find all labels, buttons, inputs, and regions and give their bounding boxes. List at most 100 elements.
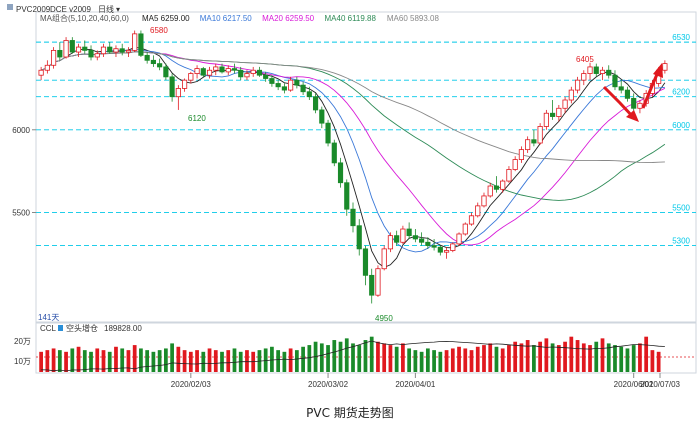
- volume-bar: [656, 351, 661, 372]
- candle-body: [51, 49, 57, 66]
- candle-body: [406, 228, 412, 237]
- volume-bar: [344, 338, 349, 372]
- candle-body: [662, 63, 668, 71]
- candle-body: [188, 73, 194, 81]
- volume-bar: [45, 350, 50, 372]
- candle-body: [425, 241, 431, 246]
- volume-bar: [126, 350, 131, 372]
- candle-body: [525, 139, 531, 151]
- candle-body: [412, 235, 418, 240]
- volume-bar: [394, 346, 399, 372]
- candle-body: [213, 66, 219, 71]
- volume-bar: [594, 341, 599, 372]
- candle-body: [387, 235, 394, 250]
- volume-bar: [525, 340, 530, 372]
- volume-bar: [475, 346, 480, 372]
- volume-bar: [638, 343, 642, 372]
- volume-bar: [401, 343, 405, 372]
- chart-canvas: PVC2009 DCE v2009 日线 ▾ MA组合(5,10,20,40,6…: [7, 4, 697, 389]
- annotation-low-4950: 4950: [375, 314, 393, 323]
- volume-bar: [220, 351, 224, 372]
- ma-legend-item-ma10: MA10 6217.50: [200, 14, 253, 23]
- candle-body: [281, 86, 287, 91]
- volume-bar: [357, 345, 362, 372]
- candle-body: [75, 46, 82, 53]
- candle-body: [493, 185, 500, 190]
- candle-body: [562, 99, 568, 109]
- candle-body: [337, 162, 344, 184]
- candlestick-series: [38, 30, 668, 304]
- volume-bar: [494, 346, 499, 372]
- candle-body: [618, 86, 624, 91]
- candle-body: [419, 238, 425, 243]
- candle-body: [100, 46, 107, 55]
- chevron-down-icon[interactable]: ▾: [116, 5, 120, 14]
- volume-bar: [376, 341, 380, 372]
- period-selector[interactable]: 日线: [98, 4, 114, 14]
- volume-bar: [282, 351, 287, 372]
- ma-legend-item-ma60: MA60 5893.08: [387, 14, 440, 23]
- ma-group-label: MA组合(5,10,20,40,60,0): [40, 13, 129, 23]
- ma-legend-item-ma40: MA40 6119.88: [325, 14, 377, 23]
- candle-body: [206, 69, 213, 76]
- volume-bar: [270, 346, 274, 372]
- candle-body: [362, 248, 369, 276]
- volume-bar: [644, 336, 649, 372]
- menu-square-icon[interactable]: [7, 4, 13, 10]
- volume-bar: [388, 345, 393, 372]
- candle-body: [69, 40, 75, 53]
- x-label-2020/07/03: 2020/07/03: [640, 380, 681, 389]
- volume-bar: [556, 345, 561, 372]
- volume-bar: [450, 348, 455, 372]
- indicator-sub-label: 空头增仓: [66, 323, 98, 333]
- volume-bar: [319, 343, 324, 372]
- x-label-2020/03/02: 2020/03/02: [308, 380, 349, 389]
- candle-body: [331, 142, 337, 164]
- candle-body: [150, 59, 156, 65]
- x-axis: 2020/02/03 2020/03/02 2020/04/01 2020/06/01…: [171, 373, 681, 389]
- volume-bars: [39, 336, 661, 372]
- candle-body: [200, 68, 206, 76]
- volume-bar: [469, 350, 474, 372]
- volume-bar: [188, 351, 193, 372]
- candle-body: [157, 63, 163, 68]
- candle-body: [468, 215, 475, 225]
- ma-line-ma60: [40, 51, 665, 164]
- candle-body: [219, 66, 225, 73]
- volume-bar: [70, 348, 75, 372]
- candle-body: [443, 250, 450, 253]
- candle-body: [182, 79, 188, 89]
- candle-body: [624, 89, 631, 99]
- candle-body: [637, 102, 643, 109]
- candle-body: [238, 69, 244, 78]
- candle-body: [94, 53, 100, 58]
- volume-bar: [363, 340, 368, 372]
- candle-body: [381, 248, 387, 270]
- candle-body: [587, 66, 593, 74]
- indicator-y-label-10w: 10万: [14, 357, 31, 366]
- volume-bar: [419, 351, 424, 372]
- y-right-label-5300: 5300: [672, 237, 690, 246]
- y-right-label-6000: 6000: [672, 121, 690, 130]
- candle-body: [350, 208, 356, 227]
- volume-bar: [482, 345, 486, 372]
- volume-bar: [76, 346, 81, 372]
- annotation-high-6580: 6580: [150, 26, 168, 35]
- volume-bar: [82, 350, 87, 372]
- candle-body: [606, 69, 612, 76]
- volume-bar: [500, 348, 505, 372]
- increase-indicator-icon: [58, 325, 63, 331]
- annotation-high-6405: 6405: [576, 55, 594, 64]
- candle-body: [138, 33, 144, 56]
- volume-bar: [507, 345, 511, 372]
- volume-bar: [170, 343, 174, 372]
- candle-body: [269, 78, 275, 84]
- volume-bar: [544, 338, 549, 372]
- candle-body: [57, 49, 63, 58]
- volume-bar: [438, 351, 443, 372]
- x-label-2020/04/01: 2020/04/01: [395, 380, 436, 389]
- candle-body: [113, 48, 119, 53]
- candle-body: [88, 49, 94, 58]
- volume-bar: [151, 351, 156, 372]
- volume-bar: [457, 346, 461, 372]
